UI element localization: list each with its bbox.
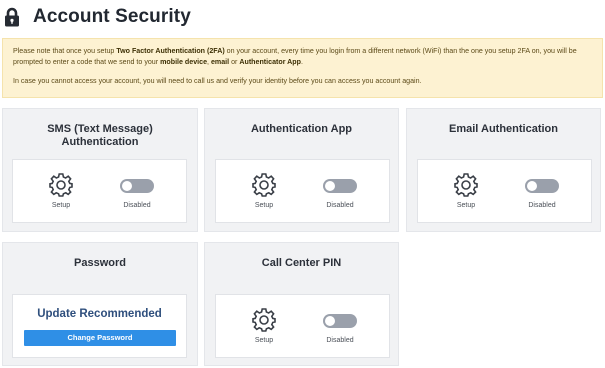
email-setup-gear-icon[interactable] [453, 172, 479, 198]
update-recommended-text: Update Recommended [37, 308, 162, 320]
pin-setup-label: Setup [254, 337, 274, 344]
notice-2fa-emphasis: Two Factor Authentication (2FA) [116, 47, 225, 55]
pin-toggle[interactable] [323, 314, 357, 328]
email-controls-panel: Setup Disabled [417, 159, 592, 223]
notice-app-emphasis: Authenticator App [239, 58, 301, 66]
toggle-knob [325, 181, 335, 191]
sms-toggle[interactable] [120, 179, 154, 193]
call-center-pin-card: Call Center PIN Setup Disabled [204, 242, 399, 366]
pin-status-label: Disabled [326, 337, 354, 344]
auth-app-controls-panel: Setup Disabled [215, 159, 390, 223]
page-title: Account Security [33, 6, 191, 27]
email-toggle[interactable] [525, 179, 559, 193]
sms-status-label: Disabled [123, 202, 151, 209]
sms-title-line2: Authentication [61, 136, 139, 148]
sms-setup-gear-icon[interactable] [48, 172, 74, 198]
notice-email-emphasis: email [210, 58, 230, 66]
sms-setup-label: Setup [51, 202, 71, 209]
auth-app-setup-gear-icon[interactable] [251, 172, 277, 198]
sms-controls-panel: Setup Disabled [12, 159, 187, 223]
notice-paragraph-1: Please note that once you setup Two Fact… [13, 46, 592, 68]
auth-app-status-label: Disabled [326, 202, 354, 209]
notice-paragraph-2: In case you cannot access your account, … [13, 77, 422, 85]
page-header: Account Security [4, 4, 191, 30]
auth-app-setup-label: Setup [254, 202, 274, 209]
auth-app-toggle[interactable] [323, 179, 357, 193]
toggle-knob [325, 316, 335, 326]
email-auth-card: Email Authentication Setup Disabled [406, 108, 601, 232]
pin-setup-gear-icon[interactable] [251, 307, 277, 333]
toggle-knob [122, 181, 132, 191]
notice-mobile-emphasis: mobile device [160, 58, 208, 66]
notice-text: Please note that once you setup [13, 47, 117, 55]
notice-text: or [229, 58, 240, 66]
email-card-title: Email Authentication [449, 123, 558, 135]
email-setup-label: Setup [456, 202, 476, 209]
password-card: Password Update Recommended Change Passw… [2, 242, 198, 366]
change-password-button[interactable]: Change Password [24, 330, 176, 346]
email-status-label: Disabled [528, 202, 556, 209]
auth-app-card: Authentication App Setup Disabled [204, 108, 399, 232]
sms-title-line1: SMS (Text Message) [47, 123, 153, 135]
sms-card-title: SMS (Text Message) Authentication [3, 123, 197, 149]
two-factor-notice: Please note that once you setup Two Fact… [2, 38, 603, 98]
password-card-title: Password [74, 257, 126, 269]
pin-card-title: Call Center PIN [261, 257, 342, 269]
toggle-knob [527, 181, 537, 191]
lock-icon [4, 7, 20, 27]
pin-controls-panel: Setup Disabled [215, 294, 390, 358]
password-panel: Update Recommended Change Password [12, 294, 187, 358]
auth-app-card-title: Authentication App [250, 123, 353, 135]
notice-text: . [300, 58, 303, 66]
sms-auth-card: SMS (Text Message) Authentication Setup … [2, 108, 198, 232]
